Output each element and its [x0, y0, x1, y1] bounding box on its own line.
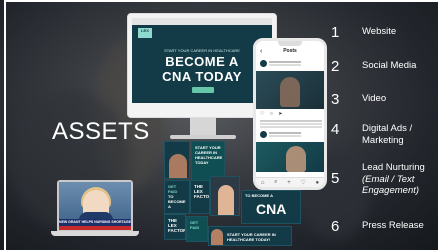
- person-image: [280, 77, 300, 107]
- post-header: [260, 131, 320, 140]
- post-meta: [269, 132, 301, 134]
- slide: ASSETS LEX START YOUR CAREER IN HEALTHCA…: [0, 0, 438, 250]
- list-number: 4: [331, 121, 340, 138]
- post-image: [256, 71, 324, 109]
- website-logo: LEX: [138, 28, 152, 38]
- news-ticker: NEW GRANT HELPS NURSING SHORTAGE: [59, 219, 131, 226]
- monitor-base: [170, 135, 236, 139]
- post-caption: [260, 120, 322, 122]
- website-headline: BECOME A: [165, 54, 239, 69]
- slide-title: ASSETS: [52, 118, 150, 145]
- list-number: 3: [331, 91, 340, 108]
- ad-card: GET PAID TO BECOME A: [164, 180, 190, 214]
- website-cta-button[interactable]: [192, 87, 214, 93]
- post-meta: [269, 61, 301, 63]
- news-ticker-bar: [59, 226, 131, 230]
- list-label: Lead Nurturing (Email / Text Engagement): [362, 162, 425, 196]
- browser-bar: [132, 18, 272, 25]
- list-label: Press Release: [362, 220, 424, 231]
- ad-card: START YOUR CAREER IN HEALTHCARE TODAY!: [208, 226, 292, 246]
- ad-person-image: [211, 229, 223, 245]
- ad-card: THE LEX FACTOR: [164, 214, 186, 240]
- list-number: 1: [331, 24, 340, 41]
- ad-card: GET PAID: [186, 216, 208, 242]
- ad-text: GET PAID TO BECOME A: [168, 184, 186, 209]
- website-screen: LEX START YOUR CAREER IN HEALTHCARE BECO…: [132, 18, 272, 103]
- heart-icon[interactable]: ♡: [300, 179, 305, 186]
- search-icon[interactable]: ⌕: [274, 179, 277, 186]
- ad-card: [164, 141, 190, 179]
- list-label: Social Media: [362, 60, 417, 71]
- phone-header: Posts: [283, 48, 297, 54]
- list-label: Digital Ads / Marketing: [362, 123, 413, 146]
- ad-headline: CNA: [256, 201, 287, 217]
- phone-notch: [278, 41, 302, 46]
- website-tagline: START YOUR CAREER IN HEALTHCARE: [164, 48, 240, 53]
- website-headline: CNA TODAY: [162, 69, 242, 84]
- monitor-stand: [190, 118, 216, 136]
- ad-person-image: [169, 154, 187, 178]
- profile-icon[interactable]: ●: [316, 180, 320, 186]
- ad-person-image: [218, 185, 234, 215]
- ad-text: GET PAID: [190, 220, 200, 230]
- ad-card: TO BECOME A CNA: [241, 190, 301, 224]
- list-label: Video: [362, 93, 387, 104]
- phone-mockup: ‹ Posts ♡ ○ ➤ ⌂ ⌕ + ♡ ●: [253, 38, 327, 190]
- list-label: Website: [362, 26, 397, 37]
- home-icon[interactable]: ⌂: [261, 180, 265, 186]
- ad-text: TO BECOME A: [245, 193, 274, 198]
- laptop-base: [51, 231, 139, 236]
- phone-nav-bar: ⌂ ⌕ + ♡ ●: [256, 177, 324, 187]
- ad-card: [210, 176, 240, 216]
- post-header: [260, 60, 320, 69]
- person-image: [286, 146, 306, 172]
- list-number: 2: [331, 58, 340, 75]
- ad-text: START YOUR CAREER IN HEALTHCARE TODAY: [195, 145, 223, 165]
- ad-text: START YOUR CAREER IN HEALTHCARE TODAY!: [227, 232, 276, 242]
- post-image: [256, 142, 324, 172]
- laptop-mockup: NEW GRANT HELPS NURSING SHORTAGE: [57, 180, 133, 232]
- post-actions-icon[interactable]: ♡ ○ ➤: [260, 111, 284, 117]
- ad-text: THE LEX FACTOR: [168, 218, 186, 233]
- avatar: [260, 131, 267, 138]
- list-number: 6: [331, 218, 340, 235]
- ad-text: THE LEX FACTOR: [194, 184, 210, 199]
- ad-card: THE LEX FACTOR: [190, 180, 210, 214]
- list-number: 5: [331, 170, 340, 187]
- add-icon[interactable]: +: [287, 180, 291, 186]
- avatar: [260, 60, 267, 67]
